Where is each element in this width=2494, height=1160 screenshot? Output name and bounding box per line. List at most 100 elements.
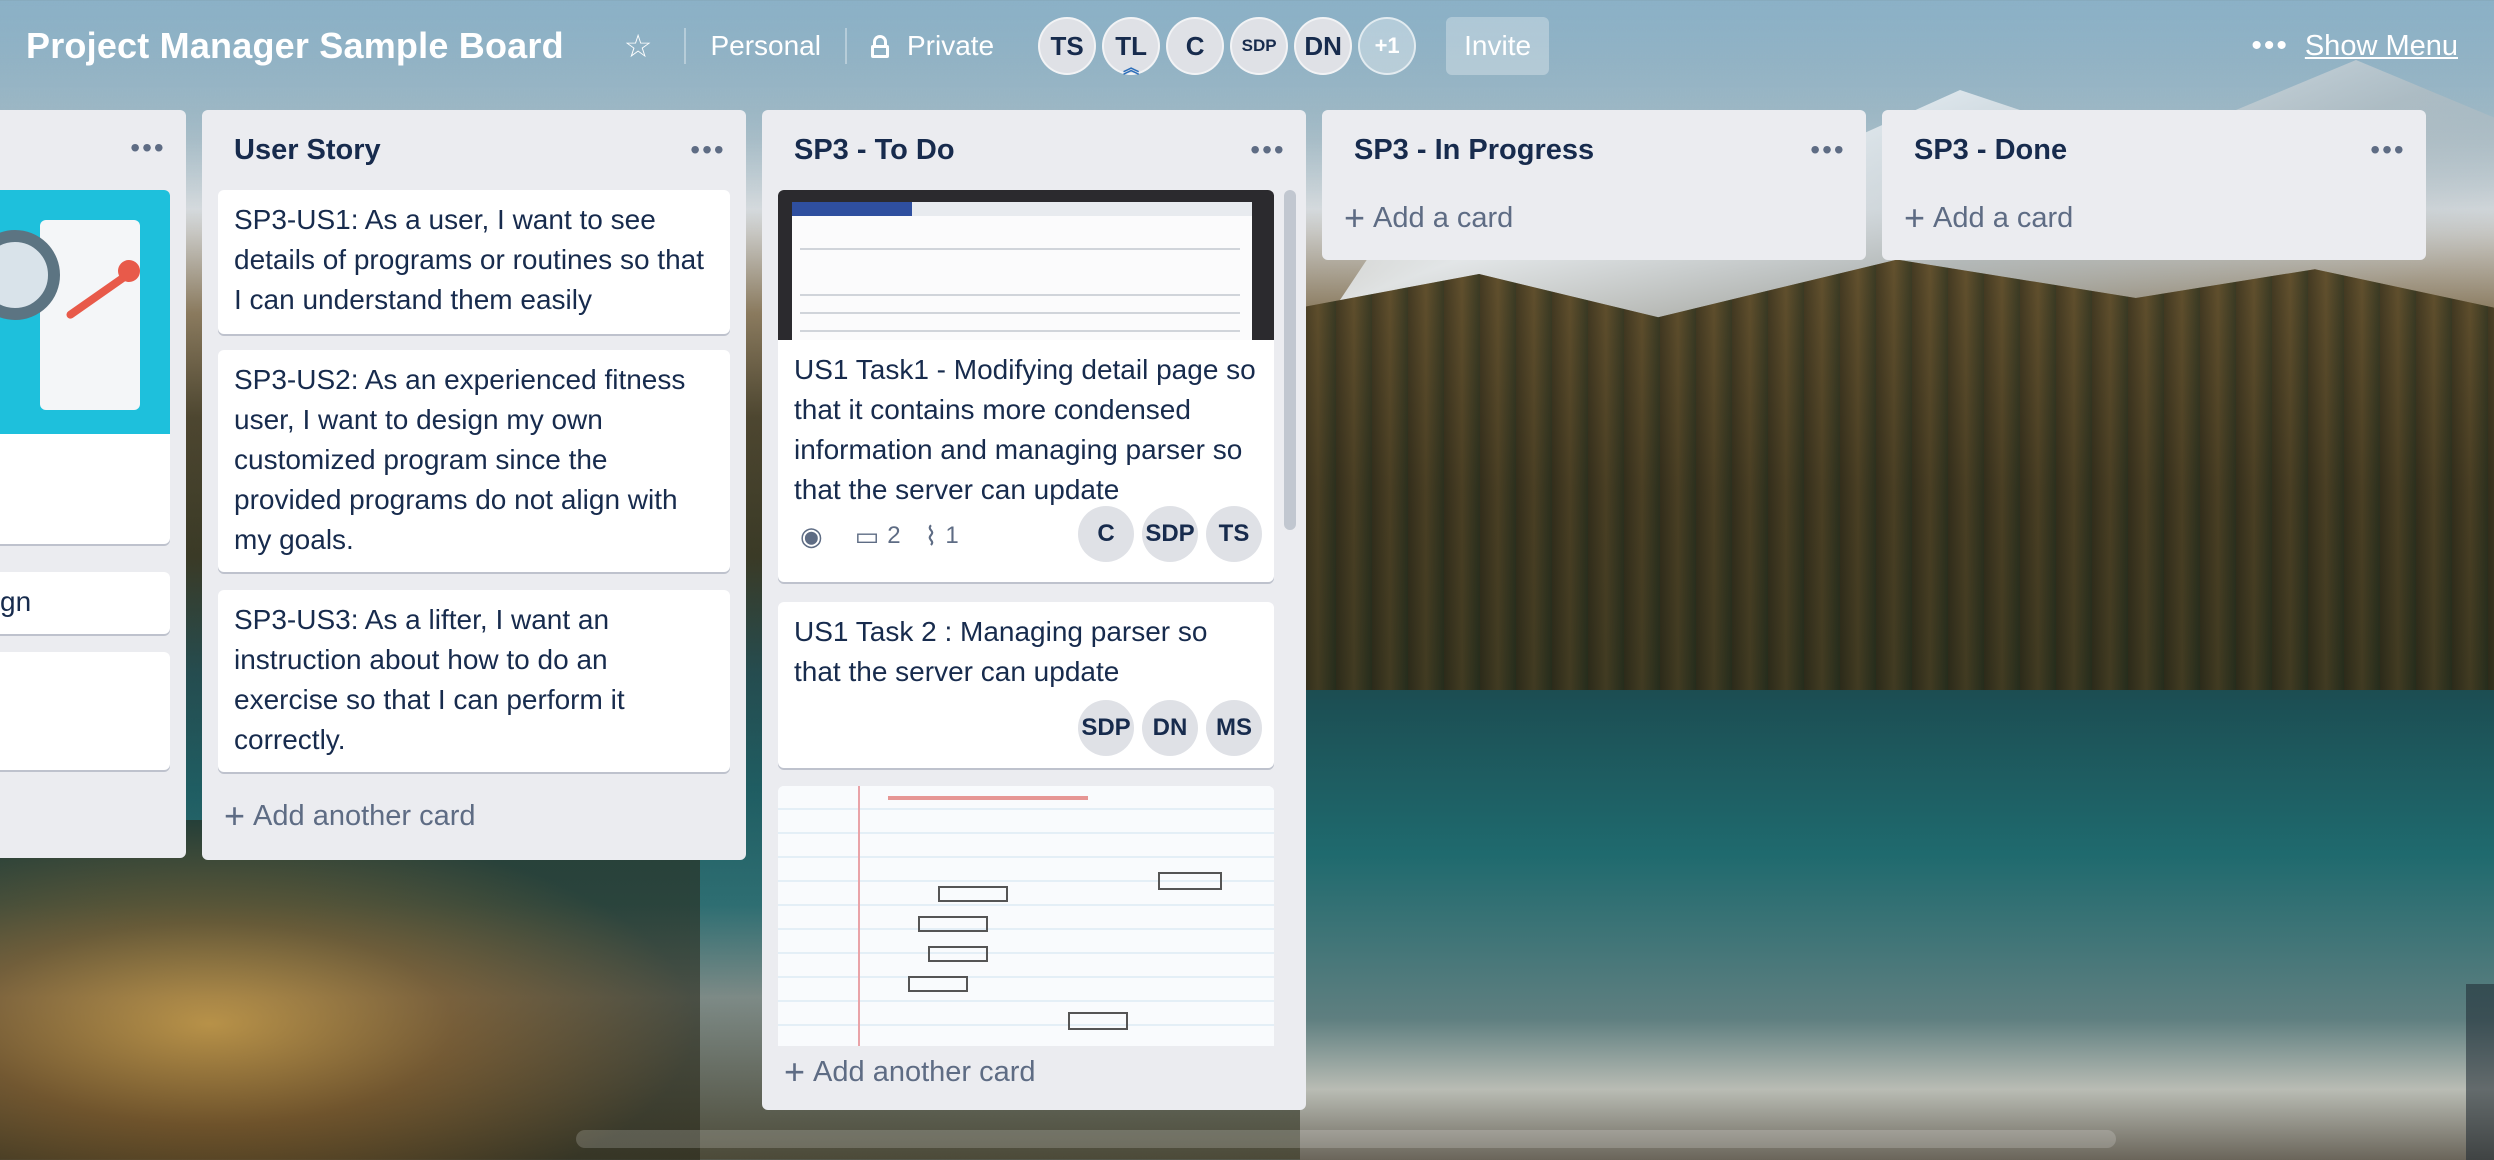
background-lake — [1300, 690, 2494, 1160]
list-menu-icon[interactable]: ••• — [686, 134, 730, 166]
list-card[interactable] — [778, 786, 1274, 1046]
list-card[interactable]: SP3-US1: As a user, I want to see detail… — [218, 190, 730, 334]
list-header: SP3 - To Do ••• — [762, 110, 1306, 190]
header-divider — [844, 28, 847, 64]
plus-icon: + — [1344, 197, 1366, 238]
card-member-avatar[interactable]: TS — [1206, 506, 1262, 562]
more-horizontal-icon: ••• — [2251, 29, 2289, 62]
list-menu-icon[interactable]: ••• — [1806, 134, 1850, 166]
workspace-button[interactable]: Personal — [696, 17, 835, 75]
add-another-card-button[interactable]: + Add another card — [224, 798, 476, 834]
list-title[interactable]: User Story — [234, 134, 381, 167]
sketch-margin-line — [858, 786, 860, 1046]
board-members: TS TL ︽ C SDP DN +1 — [1038, 17, 1422, 77]
cover-screenshot-line — [800, 294, 1240, 296]
attachments-count: 1 — [945, 522, 959, 549]
sketch-handwriting — [888, 796, 1088, 800]
cover-image — [0, 190, 170, 434]
card-member-avatar[interactable]: SDP — [1142, 506, 1198, 562]
comment-icon: ▭ — [854, 521, 880, 551]
list-cards-scroll[interactable]: US1 Task1 - Modifying detail page so tha… — [762, 190, 1306, 1046]
card-member-avatar[interactable]: MS — [1206, 700, 1262, 756]
member-avatar-sdp[interactable]: SDP — [1230, 17, 1289, 75]
add-card-button[interactable]: + Add a card — [1344, 200, 1513, 236]
list-header: SP3 - In Progress ••• — [1322, 110, 1866, 190]
add-card-button[interactable]: + Add a card — [1904, 200, 2073, 236]
invite-button[interactable]: Invite — [1446, 17, 1550, 75]
background-foliage — [0, 820, 700, 1160]
list-scrollbar[interactable] — [1284, 190, 1296, 530]
cover-screenshot-page — [792, 202, 1252, 340]
card-title: SP3-US2: As an experienced fitness user,… — [234, 364, 686, 555]
card-member-avatar[interactable]: DN — [1142, 700, 1198, 756]
sketch-field-box — [918, 916, 988, 932]
background-forest — [1300, 259, 2494, 730]
member-avatar-ts[interactable]: TS — [1038, 17, 1097, 75]
list-menu-icon[interactable]: ••• — [1246, 134, 1290, 166]
board-horizontal-scrollbar[interactable] — [576, 1130, 2116, 1148]
list-card[interactable]: gn — [0, 572, 170, 634]
list-title[interactable]: SP3 - Done — [1914, 134, 2067, 167]
sketch-field-box — [908, 976, 968, 992]
card-title: SP3-US1: As a user, I want to see detail… — [234, 204, 705, 315]
add-card-label: Add a card — [1373, 201, 1514, 234]
visibility-button[interactable]: Private — [857, 17, 1008, 75]
list-done: SP3 - Done ••• + Add a card — [1882, 110, 2426, 260]
list-menu-icon[interactable]: ••• — [126, 132, 170, 164]
plus-icon: + — [1904, 197, 1926, 238]
cover-image — [778, 786, 1274, 1046]
card-title: US1 Task 2 : Managing parser so that the… — [794, 616, 1208, 687]
list-previous: ••• gn — [0, 110, 186, 858]
admin-chevron-icon: ︽ — [1123, 60, 1140, 77]
cover-screenshot-tabs — [792, 202, 912, 216]
list-in-progress: SP3 - In Progress ••• + Add a card — [1322, 110, 1866, 260]
show-menu-button[interactable]: ••• Show Menu — [2251, 17, 2458, 75]
cover-screenshot-line — [800, 330, 1240, 332]
add-another-card-button[interactable]: + Add another card — [784, 1054, 1036, 1090]
board-header: Project Manager Sample Board ☆ Personal … — [0, 0, 2494, 92]
card-title: US1 Task1 - Modifying detail page so tha… — [794, 354, 1256, 505]
card-members: SDP DN MS — [1070, 700, 1262, 756]
member-avatar-dn[interactable]: DN — [1294, 17, 1353, 75]
list-card[interactable]: US1 Task1 - Modifying detail page so tha… — [778, 190, 1274, 582]
board-title[interactable]: Project Manager Sample Board — [26, 25, 564, 67]
star-icon[interactable]: ☆ — [610, 17, 667, 75]
list-user-story: User Story ••• SP3-US1: As a user, I wan… — [202, 110, 746, 860]
comments-badge: ▭ 2 — [855, 516, 901, 556]
list-to-do: SP3 - To Do ••• US1 Task1 - Modifying de… — [762, 110, 1306, 1110]
chart-dot-illustration — [118, 260, 140, 282]
comments-count: 2 — [887, 522, 901, 549]
card-title: gn — [0, 586, 32, 617]
list-card[interactable]: SP3-US2: As an experienced fitness user,… — [218, 350, 730, 572]
list-menu-icon[interactable]: ••• — [2366, 134, 2410, 166]
more-members-button[interactable]: +1 — [1358, 17, 1417, 75]
sketch-button-box — [1158, 872, 1222, 890]
plus-icon: + — [224, 795, 246, 836]
member-avatar-c[interactable]: C — [1166, 17, 1225, 75]
list-title[interactable]: SP3 - In Progress — [1354, 134, 1594, 167]
watch-badge: ◉ — [800, 516, 831, 556]
list-header: User Story ••• — [202, 110, 746, 190]
list-title[interactable]: SP3 - To Do — [794, 134, 955, 167]
card-members: C SDP TS — [1070, 506, 1262, 562]
member-initials: TL — [1115, 30, 1147, 61]
visibility-label: Private — [906, 30, 995, 61]
header-divider — [684, 28, 687, 64]
plus-icon: + — [784, 1051, 806, 1092]
list-card[interactable]: US1 Task 2 : Managing parser so that the… — [778, 602, 1274, 768]
card-member-avatar[interactable]: C — [1078, 506, 1134, 562]
add-card-label: Add another card — [253, 799, 476, 832]
eye-icon: ◉ — [800, 521, 823, 551]
cover-screenshot-line — [800, 248, 1240, 250]
list-card[interactable]: SP3-US3: As a lifter, I want an instruct… — [218, 590, 730, 772]
paperclip-icon: ⌇ — [924, 521, 938, 551]
add-card-label: Add a card — [1933, 201, 2074, 234]
list-card[interactable] — [0, 652, 170, 770]
window-edge — [2466, 984, 2494, 1160]
list-card[interactable] — [0, 190, 170, 544]
card-member-avatar[interactable]: SDP — [1078, 700, 1134, 756]
cover-screenshot-line — [800, 312, 1240, 314]
sketch-field-box — [938, 886, 1008, 902]
show-menu-label: Show Menu — [2304, 29, 2458, 62]
member-avatar-tl[interactable]: TL ︽ — [1102, 17, 1161, 77]
